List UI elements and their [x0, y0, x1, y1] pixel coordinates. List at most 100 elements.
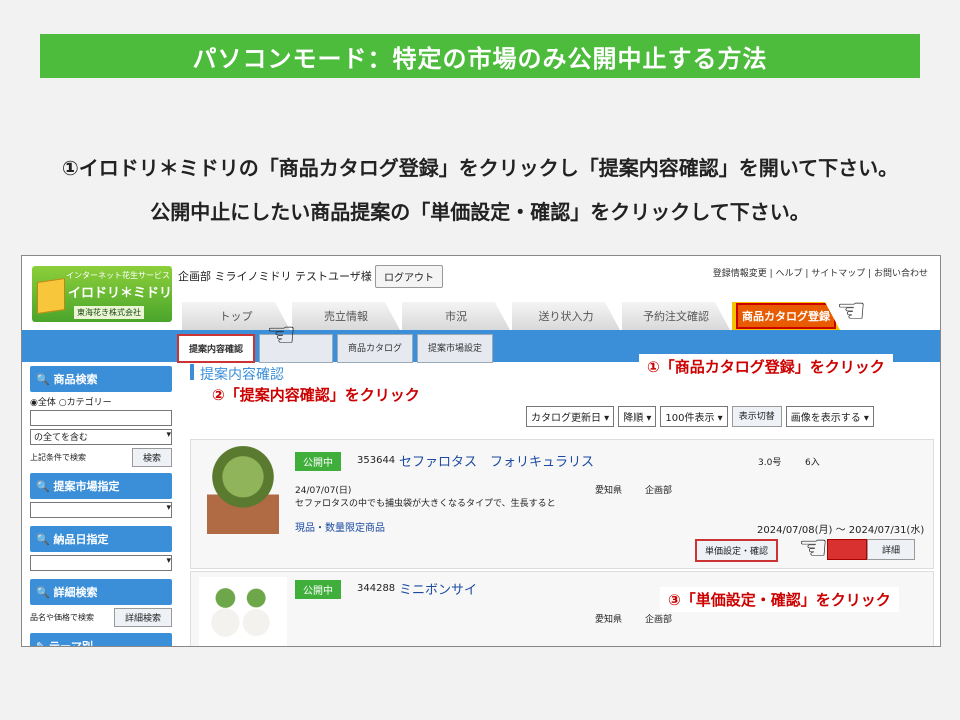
search-note: 上記条件で検索	[30, 453, 86, 462]
list-controls: カタログ更新日 ▾ 降順 ▾ 100件表示 ▾ 表示切替 画像を表示する ▾	[526, 406, 878, 427]
sidebar-heading-label: 提案市場指定	[53, 480, 120, 493]
app-screenshot: インターネット花生サービス イロドリ＊ミドリ 東海花き株式会社 企画部 ミライノ…	[21, 255, 941, 647]
search-button[interactable]: 検索	[131, 448, 172, 467]
tab-sales[interactable]: 売立情報	[292, 302, 400, 330]
tab-label: 商品カタログ登録	[736, 303, 836, 329]
select-value: 100件表示	[665, 413, 715, 424]
subtab-catalog[interactable]: 商品カタログ	[337, 334, 414, 363]
per-page-select[interactable]: 100件表示 ▾	[660, 406, 728, 427]
search-icon: 🔍	[36, 586, 54, 599]
product-image[interactable]	[207, 446, 279, 534]
search-icon: 🔍	[36, 373, 54, 386]
sidebar-detail-search: 🔍 詳細検索	[30, 579, 172, 605]
match-select[interactable]: の全てを含む ▾	[30, 429, 172, 445]
logout-button[interactable]: ログアウト	[375, 265, 443, 288]
pencil-icon: ✎	[36, 640, 50, 647]
tab-label: 市況	[445, 310, 467, 323]
product-description: セファロタスの中でも捕虫袋が大きくなるタイプで、生長すると	[295, 499, 556, 509]
detail-button[interactable]: 詳細	[867, 539, 916, 560]
product-pref: 愛知県	[595, 615, 623, 625]
sidebar: 🔍 商品検索 ◉全体 ○カテゴリー の全てを含む ▾ 上記条件で検索 検索 🔍 提案…	[30, 366, 172, 646]
tab-label: 送り状入力	[538, 310, 594, 323]
market-select[interactable]: ▾	[30, 502, 172, 518]
sidebar-delivery-spec: 🔍 納品日指定	[30, 526, 172, 552]
sort-select[interactable]: カタログ更新日 ▾	[526, 406, 615, 427]
pointing-hand-icon: ☜	[798, 528, 829, 568]
product-id: 344288	[357, 583, 396, 594]
subtab-proposal-check[interactable]: 提案内容確認	[177, 334, 256, 363]
radio-all[interactable]: ◉全体	[30, 398, 56, 408]
status-badge: 公開中	[295, 452, 341, 471]
select-value: の全てを含む	[34, 433, 88, 443]
toggle-view-button[interactable]: 表示切替	[731, 406, 782, 427]
select-value: 画像を表示する	[790, 413, 861, 424]
detail-row: 品名や価格で検索 詳細検索	[30, 608, 172, 627]
logo-name: イロドリ＊ミドリ	[68, 286, 173, 301]
tab-label: 予約注文確認	[643, 310, 709, 323]
logo-tagline: インターネット花生サービス	[66, 271, 170, 280]
chevron-down-icon: ▾	[166, 503, 171, 513]
instruction-line-1: ①イロドリ＊ミドリの「商品カタログ登録」をクリックし「提案内容確認」を開いて下さ…	[61, 156, 899, 180]
product-date: 24/07/07(日)	[295, 486, 352, 496]
sidebar-heading-label: 詳細検索	[53, 586, 98, 599]
product-name[interactable]: ミニボンサイ	[399, 579, 477, 598]
stop-button[interactable]: ・	[827, 539, 867, 560]
package-icon	[37, 278, 65, 314]
sidebar-heading-label: テーマ別	[49, 640, 94, 647]
tab-invoice[interactable]: 送り状入力	[512, 302, 620, 330]
tab-label: トップ	[219, 310, 253, 323]
tab-label: 売立情報	[324, 310, 368, 323]
top-links[interactable]: 登録情報変更 | ヘルプ | サイトマップ | お問い合わせ	[713, 266, 928, 279]
product-period: 2024/07/08(月) ～ 2024/07/31(水)	[757, 525, 925, 536]
sidebar-heading-label: 納品日指定	[53, 533, 109, 546]
detail-note: 品名や価格で検索	[30, 613, 94, 622]
radio-label: カテゴリー	[66, 398, 112, 408]
order-select[interactable]: 降順 ▾	[618, 406, 657, 427]
search-icon: 🔍	[36, 480, 54, 493]
user-label: 企画部 ミライノミドリ テストユーザ様	[178, 270, 372, 283]
detail-search-button[interactable]: 詳細検索	[113, 608, 172, 627]
status-badge: 公開中	[295, 580, 341, 599]
pointing-hand-icon: ☜	[836, 291, 867, 331]
product-dept: 企画部	[645, 615, 673, 625]
select-value: 降順	[623, 413, 644, 424]
page-title: 提案内容確認	[190, 364, 284, 380]
product-pref: 愛知県	[595, 486, 623, 496]
subtab-market-setting[interactable]: 提案市場設定	[417, 334, 494, 363]
product-size: 3.0号	[758, 458, 782, 468]
sidebar-market-spec: 🔍 提案市場指定	[30, 473, 172, 499]
radio-label: 全体	[37, 398, 56, 408]
tab-market[interactable]: 市況	[402, 302, 510, 330]
sidebar-heading-label: 商品検索	[53, 373, 98, 386]
sidebar-theme[interactable]: ✎ テーマ別	[30, 633, 172, 647]
instruction-line-2: 公開中止にしたい商品提案の「単価設定・確認」をクリックして下さい。	[150, 200, 810, 224]
sidebar-product-search: 🔍 商品検索	[30, 366, 172, 392]
keyword-input[interactable]	[30, 410, 172, 426]
radio-group: ◉全体 ○カテゴリー	[30, 395, 172, 408]
title-banner: パソコンモード：特定の市場のみ公開中止する方法	[40, 34, 920, 78]
sub-tabs: 提案内容確認 商品カタログ 提案市場設定	[177, 334, 497, 363]
product-id: 353644	[357, 455, 396, 466]
delivery-select[interactable]: ▾	[30, 555, 172, 571]
callout-step-3: ③「単価設定・確認」をクリック	[660, 587, 899, 612]
search-row: 上記条件で検索 検索	[30, 448, 172, 467]
search-icon: 🔍	[36, 533, 54, 546]
tab-catalog-registration[interactable]: 商品カタログ登録	[732, 302, 840, 330]
radio-category[interactable]: ○カテゴリー	[59, 398, 112, 408]
site-logo[interactable]: インターネット花生サービス イロドリ＊ミドリ 東海花き株式会社	[32, 266, 172, 322]
product-image[interactable]	[199, 577, 287, 646]
chevron-down-icon: ▾	[166, 430, 171, 440]
pointing-hand-icon: ☜	[266, 315, 297, 355]
product-dept: 企画部	[645, 486, 673, 496]
limited-label: 現品・数量限定商品	[295, 523, 385, 534]
image-select[interactable]: 画像を表示する ▾	[785, 406, 874, 427]
chevron-down-icon: ▾	[166, 556, 171, 566]
price-setting-button[interactable]: 単価設定・確認	[695, 539, 779, 562]
product-qty: 6入	[805, 458, 820, 468]
product-name[interactable]: セファロタス フォリキュラリス	[399, 451, 594, 470]
callout-step-2: ②「提案内容確認」をクリック	[204, 382, 428, 407]
callout-step-1: ①「商品カタログ登録」をクリック	[639, 354, 893, 379]
tab-reservation[interactable]: 予約注文確認	[622, 302, 730, 330]
select-value: カタログ更新日	[531, 413, 601, 424]
logo-company: 東海花き株式会社	[74, 306, 144, 319]
